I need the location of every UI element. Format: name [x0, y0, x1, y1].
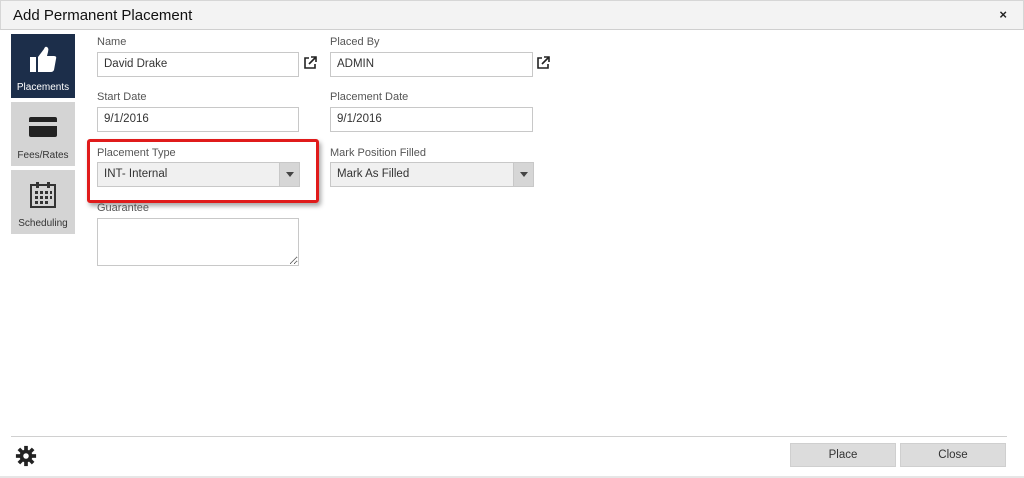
placement-date-field[interactable]: 9/1/2016 [330, 107, 533, 132]
placed-by-field[interactable]: ADMIN [330, 52, 533, 77]
start-date-label: Start Date [97, 91, 147, 103]
nav-item-label: Scheduling [18, 218, 68, 229]
nav-item-fees-rates[interactable]: Fees/Rates [11, 102, 75, 166]
mark-position-filled-value: Mark As Filled [337, 168, 410, 180]
dialog-title: Add Permanent Placement [13, 7, 193, 24]
placement-date-label: Placement Date [330, 91, 409, 103]
dialog-titlebar: Add Permanent Placement × [0, 0, 1024, 30]
name-field[interactable]: David Drake [97, 52, 299, 77]
mark-position-filled-label: Mark Position Filled [330, 147, 426, 159]
gear-icon[interactable] [15, 445, 37, 467]
close-button[interactable]: Close [900, 443, 1006, 467]
footer-divider [11, 436, 1007, 437]
nav-item-placements[interactable]: Placements [11, 34, 75, 98]
calendar-icon [11, 178, 75, 212]
mark-position-filled-select[interactable]: Mark As Filled [330, 162, 534, 187]
external-link-icon[interactable] [303, 56, 317, 70]
placed-by-label: Placed By [330, 36, 380, 48]
external-link-icon[interactable] [536, 56, 550, 70]
close-icon[interactable]: × [999, 7, 1007, 22]
guarantee-label: Guarantee [97, 202, 149, 214]
name-label: Name [97, 36, 127, 48]
highlight-box [87, 139, 319, 203]
nav-item-scheduling[interactable]: Scheduling [11, 170, 75, 234]
side-nav: Placements Fees/Rates Scheduling [11, 34, 75, 238]
start-date-field[interactable]: 9/1/2016 [97, 107, 299, 132]
nav-item-label: Fees/Rates [17, 150, 69, 161]
place-button[interactable]: Place [790, 443, 896, 467]
chevron-down-icon[interactable] [513, 163, 533, 186]
nav-item-label: Placements [16, 82, 70, 93]
thumbs-up-icon [11, 42, 75, 76]
credit-card-icon [11, 110, 75, 144]
guarantee-field[interactable] [97, 218, 299, 266]
